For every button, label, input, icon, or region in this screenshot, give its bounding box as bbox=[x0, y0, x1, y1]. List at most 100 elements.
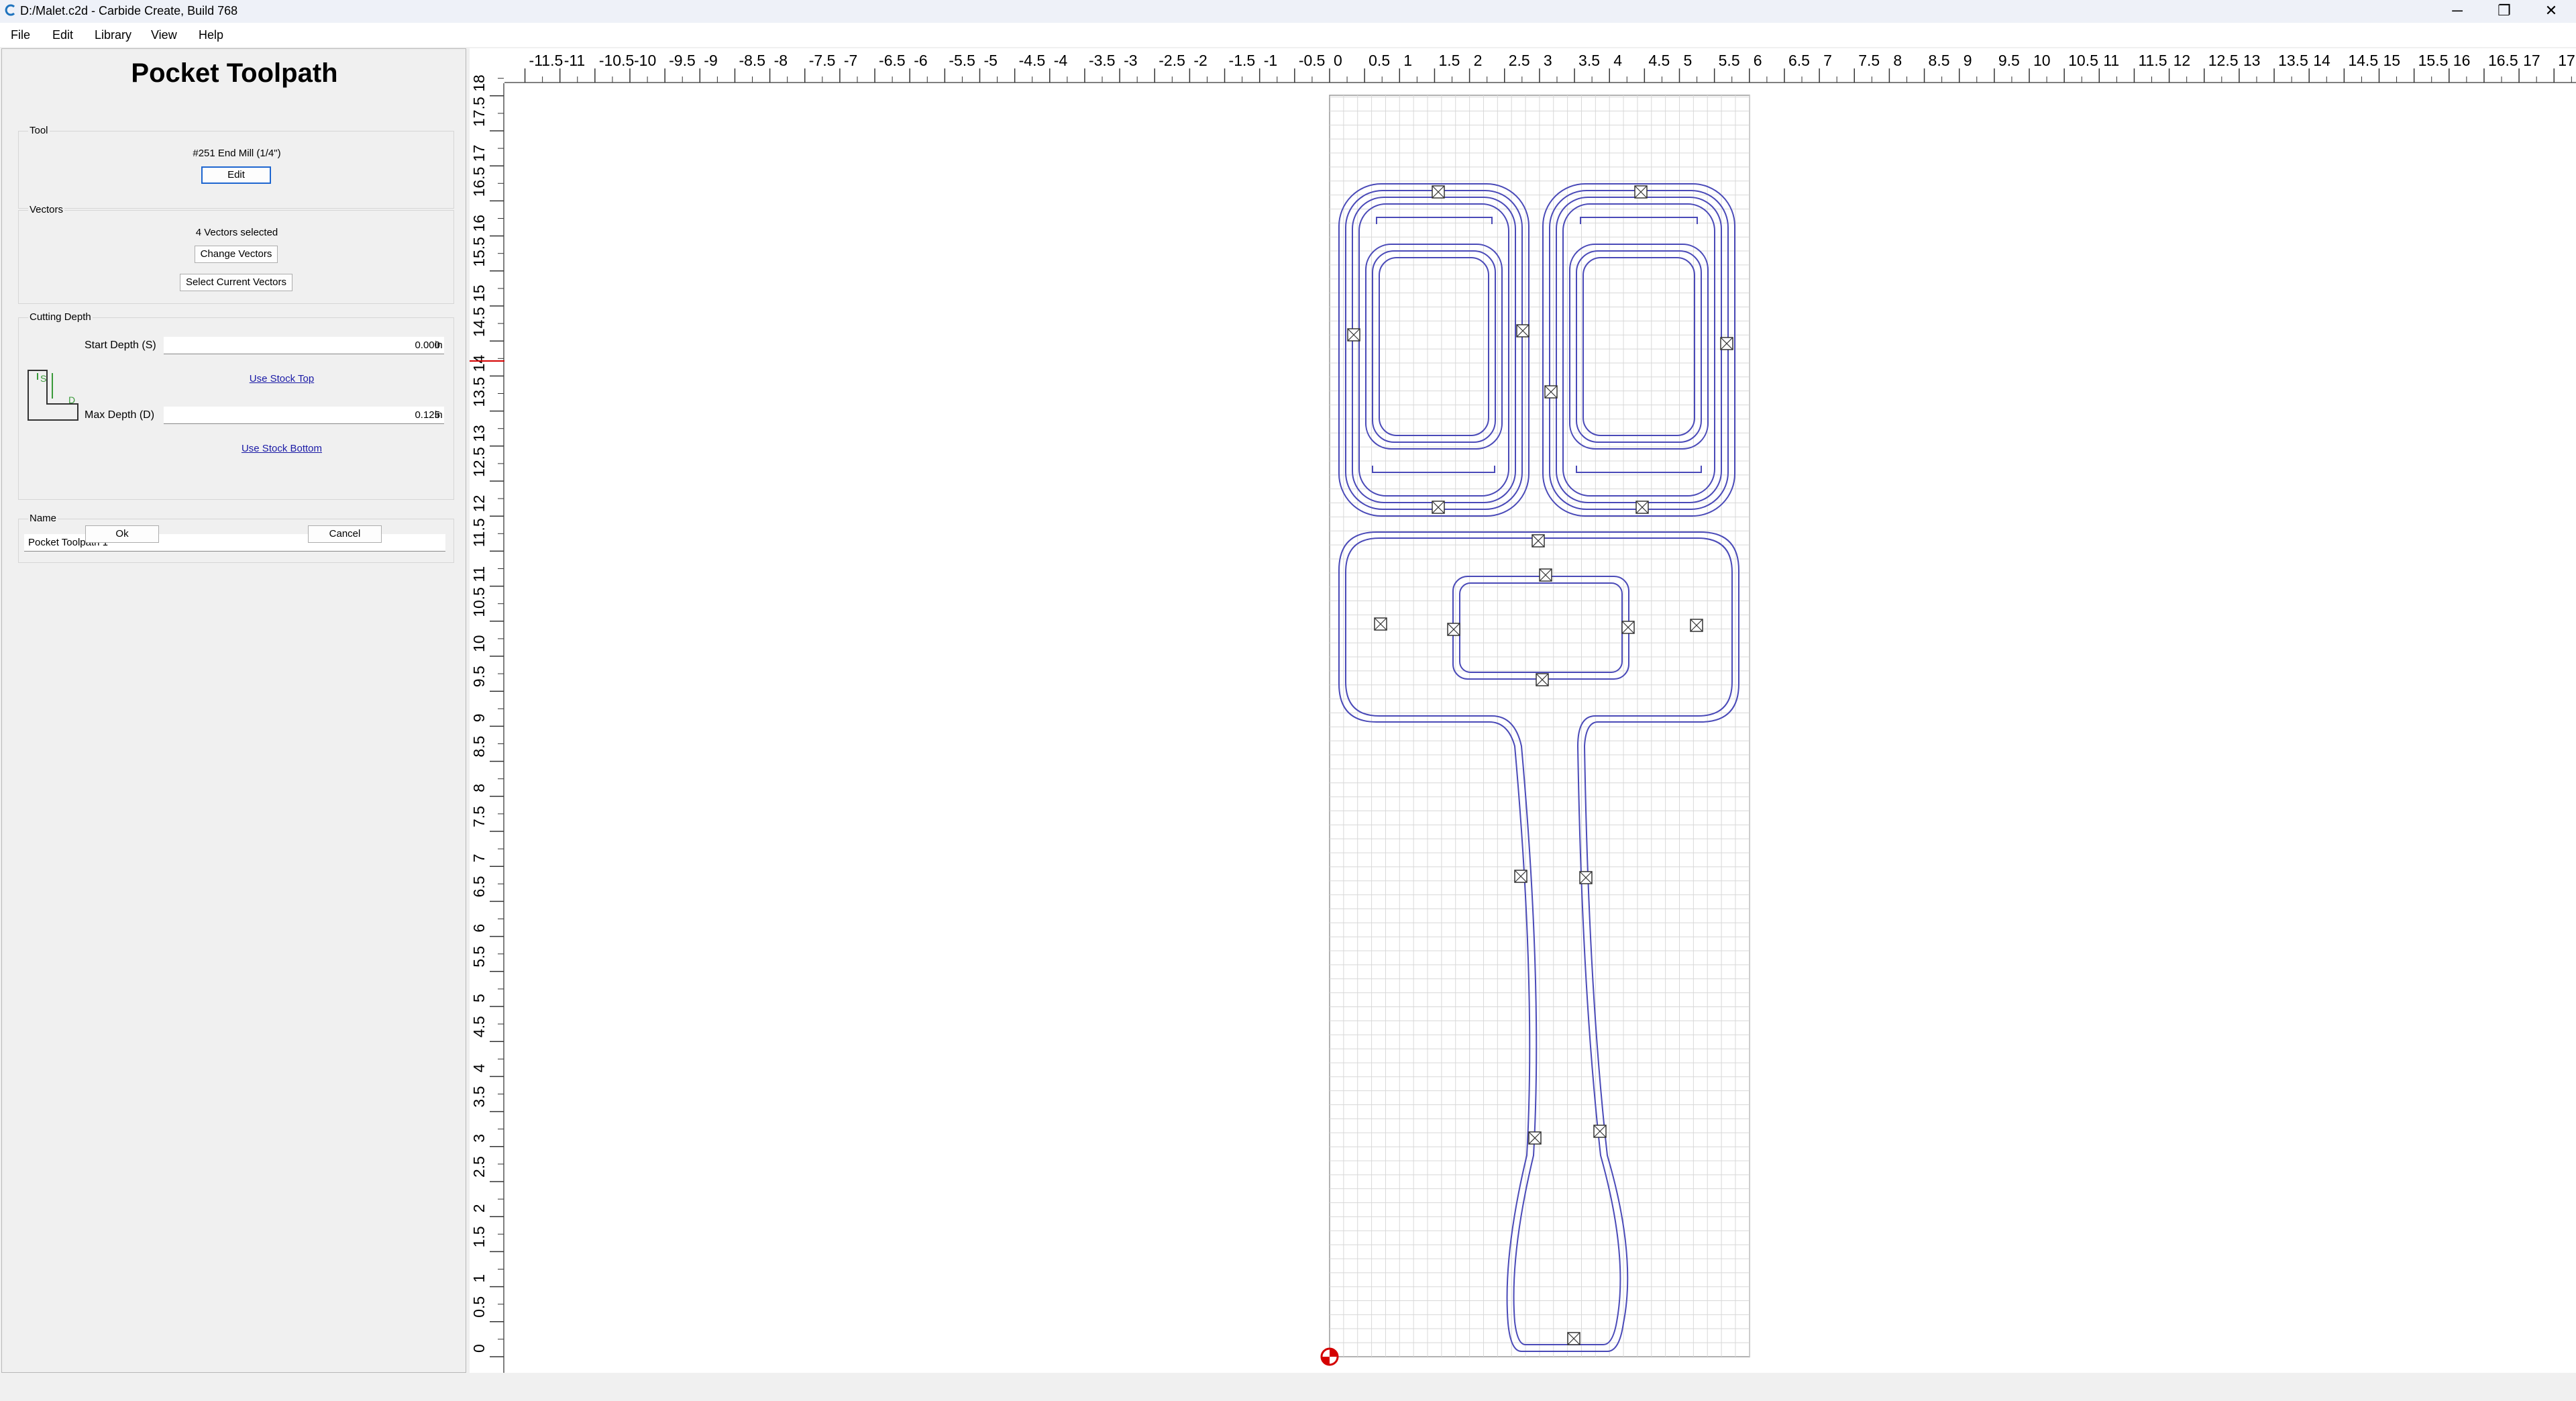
close-button[interactable]: ✕ bbox=[2528, 0, 2575, 23]
ruler-y-label: 6 bbox=[470, 924, 488, 933]
ruler-y-label: 16.5 bbox=[470, 167, 488, 197]
ruler-x-label: 12.5 bbox=[2208, 52, 2239, 69]
maximize-button[interactable]: ❐ bbox=[2481, 0, 2528, 23]
ruler-x-label: -2 bbox=[1193, 52, 1207, 69]
design-canvas[interactable]: -11.5 -11 -10.5 -10 -9.5 -9 -8.5 -8 -7.5 -7 -6.5 -6… bbox=[470, 48, 2576, 1373]
use-stock-top-link[interactable]: Use Stock Top bbox=[215, 373, 349, 384]
ruler-y-label: 10.5 bbox=[470, 587, 488, 617]
ruler-x-label: 15.5 bbox=[2418, 52, 2449, 69]
max-depth-label: Max Depth (D) bbox=[85, 409, 155, 421]
menu-help[interactable]: Help bbox=[199, 28, 223, 42]
select-current-vectors-button[interactable]: Select Current Vectors bbox=[180, 274, 292, 291]
ruler-y-label: 8.5 bbox=[470, 736, 488, 758]
ruler-y-label: 2.5 bbox=[470, 1156, 488, 1178]
ruler-y-label: 13.5 bbox=[470, 377, 488, 407]
ruler-y-label: 4.5 bbox=[470, 1016, 488, 1037]
ruler-x-label: 10.5 bbox=[2068, 52, 2098, 69]
change-vectors-button[interactable]: Change Vectors bbox=[195, 246, 278, 263]
ruler-y-label: 17.5 bbox=[470, 97, 488, 127]
ruler-x-label: -10 bbox=[634, 52, 656, 69]
ruler-x-label: 6 bbox=[1754, 52, 1762, 69]
ruler-x-label: -10.5 bbox=[599, 52, 634, 69]
tool-group-label: Tool bbox=[28, 125, 50, 136]
title-bar: D:/Malet.c2d - Carbide Create, Build 768… bbox=[0, 0, 2576, 23]
ruler-x-label: 5.5 bbox=[1719, 52, 1740, 69]
use-stock-bottom-link[interactable]: Use Stock Bottom bbox=[201, 443, 362, 454]
minimize-button[interactable]: ─ bbox=[2434, 0, 2481, 23]
ruler-x-label: -3.5 bbox=[1089, 52, 1116, 69]
ruler-y-label: 0 bbox=[470, 1344, 488, 1353]
ok-button[interactable]: Ok bbox=[85, 525, 159, 543]
name-group: Name bbox=[18, 513, 454, 563]
ruler-y-label: 9.5 bbox=[470, 666, 488, 687]
ruler-y-label: 12 bbox=[470, 495, 488, 513]
ruler-x-label: 17 bbox=[2523, 52, 2540, 69]
ruler-y-label: 7 bbox=[470, 853, 488, 862]
name-group-label: Name bbox=[28, 513, 58, 524]
menu-file[interactable]: File bbox=[11, 28, 30, 42]
ruler-x-label: -6.5 bbox=[879, 52, 906, 69]
pocket-toolpath-panel: Pocket Toolpath Tool #251 End Mill (1/4"… bbox=[1, 48, 466, 1373]
ruler-x-label: 11 bbox=[2103, 52, 2119, 69]
edit-tool-button[interactable]: Edit bbox=[201, 166, 271, 184]
cutting-depth-group-label: Cutting Depth bbox=[28, 311, 93, 323]
vectors-group: Vectors 4 Vectors selected Change Vector… bbox=[18, 204, 454, 304]
ruler-x-label: 9 bbox=[1964, 52, 1972, 69]
ruler-x-label: 1.5 bbox=[1438, 52, 1460, 69]
ruler-y-label: 4 bbox=[470, 1063, 488, 1072]
ruler-y-label: 11 bbox=[470, 566, 488, 582]
ruler-y-label: 14.5 bbox=[470, 307, 488, 337]
ruler-x-label: -7.5 bbox=[809, 52, 836, 69]
ruler-y-label: 3 bbox=[470, 1134, 488, 1143]
ruler-x-label: -11.5 bbox=[529, 52, 564, 69]
ruler-x-label: 7.5 bbox=[1858, 52, 1880, 69]
menu-view[interactable]: View bbox=[151, 28, 177, 42]
ruler-x-label: 8.5 bbox=[1929, 52, 1950, 69]
tool-group: Tool #251 End Mill (1/4") Edit bbox=[18, 125, 454, 209]
ruler-y-label: 15.5 bbox=[470, 237, 488, 267]
ruler-y-label: 2 bbox=[470, 1204, 488, 1212]
ruler-x-label: -7 bbox=[844, 52, 857, 69]
ruler-x-label: 13 bbox=[2243, 52, 2261, 69]
canvas-svg[interactable]: -11.5 -11 -10.5 -10 -9.5 -9 -8.5 -8 -7.5 -7 -6.5 -6… bbox=[470, 48, 2576, 1373]
menu-library[interactable]: Library bbox=[95, 28, 131, 42]
depth-diagram-d: D bbox=[68, 395, 76, 405]
carbide-logo-icon bbox=[5, 4, 15, 16]
ruler-x-label: 8 bbox=[1893, 52, 1902, 69]
vertical-ruler: 00.511.522.533.544.555.566.577.588.599.5… bbox=[470, 48, 504, 1373]
ruler-x-label: 14 bbox=[2313, 52, 2330, 69]
ruler-x-label: -5 bbox=[984, 52, 998, 69]
tool-name: #251 End Mill (1/4") bbox=[193, 148, 281, 159]
ruler-x-label: 15 bbox=[2383, 52, 2401, 69]
ruler-y-label: 10 bbox=[470, 635, 488, 652]
ruler-x-label: 13.5 bbox=[2278, 52, 2308, 69]
menu-edit[interactable]: Edit bbox=[52, 28, 73, 42]
ruler-x-label: 6.5 bbox=[1788, 52, 1810, 69]
ruler-y-label: 12.5 bbox=[470, 447, 488, 477]
ruler-x-label: -8 bbox=[774, 52, 788, 69]
ruler-x-label: -1 bbox=[1264, 52, 1277, 69]
origin-marker-icon bbox=[1320, 1347, 1339, 1366]
ruler-x-label: 2 bbox=[1474, 52, 1483, 69]
ruler-y-label: 5.5 bbox=[470, 946, 488, 968]
ruler-y-label: 14 bbox=[470, 355, 488, 372]
max-depth-input[interactable] bbox=[164, 407, 444, 424]
ruler-y-label: 16 bbox=[470, 215, 488, 232]
ruler-x-label: -5.5 bbox=[949, 52, 975, 69]
ruler-y-label: 1.5 bbox=[470, 1226, 488, 1247]
panel-title: Pocket Toolpath bbox=[131, 58, 338, 88]
ruler-x-label: -4.5 bbox=[1019, 52, 1046, 69]
cancel-button[interactable]: Cancel bbox=[308, 525, 382, 543]
ruler-y-label: 3.5 bbox=[470, 1086, 488, 1108]
menu-bar: File Edit Library View Help bbox=[0, 23, 2576, 47]
ruler-y-label: 13 bbox=[470, 425, 488, 442]
ruler-x-label: -3 bbox=[1124, 52, 1137, 69]
start-depth-input[interactable] bbox=[164, 337, 444, 354]
ruler-x-label: -2.5 bbox=[1159, 52, 1185, 69]
ruler-x-label: -6 bbox=[914, 52, 927, 69]
vectors-selected-count: 4 Vectors selected bbox=[195, 227, 278, 238]
ruler-x-label: 7 bbox=[1823, 52, 1832, 69]
ruler-x-label: 1 bbox=[1403, 52, 1412, 69]
ruler-x-label: 9.5 bbox=[1998, 52, 2020, 69]
ruler-y-label: 15 bbox=[470, 284, 488, 302]
